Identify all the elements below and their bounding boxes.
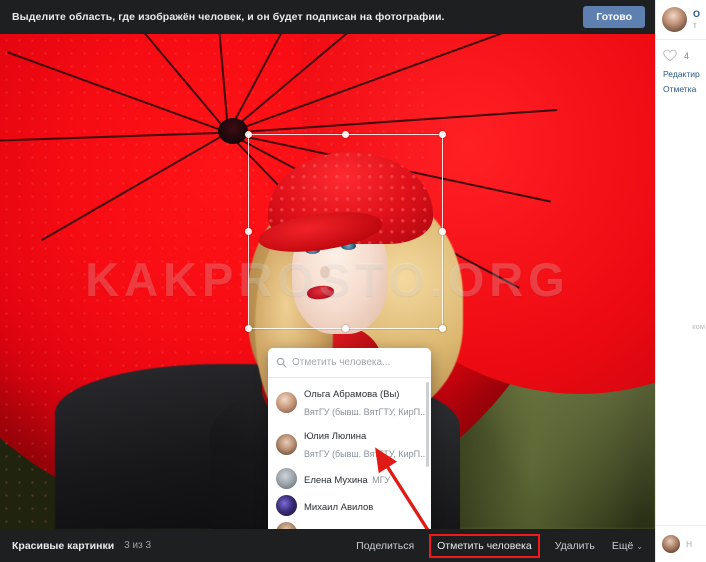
more-button[interactable]: Ещё⌄ <box>612 540 643 552</box>
delete-button[interactable]: Удалить <box>555 540 595 552</box>
search-icon <box>276 357 287 368</box>
photo-bottom-bar: Красивые картинки 3 из 3 Поделиться Отме… <box>0 529 655 562</box>
like-count: 4 <box>684 51 689 61</box>
avatar <box>662 535 680 553</box>
selection-handle-w[interactable] <box>245 228 252 235</box>
tag-suggestion-list[interactable]: Ольга Абрамова (Вы) ВятГУ (бывш. ВятГТУ,… <box>268 378 431 529</box>
selection-handle-e[interactable] <box>439 228 446 235</box>
avatar <box>276 495 297 516</box>
avatar <box>276 522 297 529</box>
person-name: Юлия Люлина <box>304 431 366 442</box>
list-item[interactable]: Михаил Авилов <box>268 492 431 519</box>
avatar <box>276 392 297 413</box>
umbrella-hub <box>218 118 248 144</box>
selection-handle-n[interactable] <box>342 131 349 138</box>
person-name: Елена Мухина <box>304 475 368 486</box>
person-detail: ВятГУ (бывш. ВятГТУ, КирП... <box>304 449 428 459</box>
like-row[interactable]: 4 <box>663 49 706 62</box>
tag-instruction-text: Выделите область, где изображён человек,… <box>12 11 583 23</box>
tag-instruction-bar: Выделите область, где изображён человек,… <box>0 0 655 34</box>
comment-placeholder[interactable]: Н <box>686 539 692 549</box>
more-label: Ещё <box>612 540 633 552</box>
sidebar-author-row[interactable]: О т <box>656 0 706 40</box>
selection-handle-ne[interactable] <box>439 131 446 138</box>
sidebar-actions: 4 Редактир Отметка <box>656 40 706 105</box>
list-item[interactable]: Юлия Люлина ВятГУ (бывш. ВятГТУ, КирП... <box>268 423 431 465</box>
face-selection-box[interactable] <box>248 134 443 329</box>
tag-person-popup: Ольга Абрамова (Вы) ВятГУ (бывш. ВятГТУ,… <box>268 348 431 529</box>
comment-compose-row[interactable]: Н <box>656 525 706 553</box>
author-name[interactable]: О <box>693 9 700 19</box>
photo-info-sidebar: О т 4 Редактир Отметка ком Н <box>655 0 706 562</box>
comments-note: ком <box>656 322 706 331</box>
person-detail: МГУ <box>372 475 390 485</box>
done-button[interactable]: Готово <box>583 6 645 28</box>
avatar[interactable] <box>662 7 687 32</box>
heart-icon[interactable] <box>663 49 677 62</box>
post-time: т <box>693 21 697 30</box>
selection-handle-se[interactable] <box>439 325 446 332</box>
person-detail: ВятГУ (бывш. ВятГТУ, КирП... <box>304 407 428 417</box>
album-title[interactable]: Красивые картинки <box>12 540 114 552</box>
person-name: Михаил Авилов <box>304 502 373 513</box>
album-photo-count: 3 из 3 <box>124 540 151 551</box>
selection-handle-sw[interactable] <box>245 325 252 332</box>
tag-person-button[interactable]: Отметить человека <box>431 536 538 556</box>
share-button[interactable]: Поделиться <box>356 540 414 552</box>
list-item[interactable]: Вадим Иштуганов <box>268 519 431 529</box>
person-name: Ольга Абрамова (Вы) <box>304 389 399 400</box>
avatar <box>276 434 297 455</box>
photo-canvas[interactable]: KAKPROSTO.ORG <box>0 34 655 529</box>
chevron-down-icon: ⌄ <box>636 542 643 551</box>
scrollbar-thumb[interactable] <box>426 382 429 467</box>
edit-link[interactable]: Редактир <box>663 69 706 79</box>
photo-viewer: Выделите область, где изображён человек,… <box>0 0 655 562</box>
tag-search-input[interactable] <box>292 357 423 368</box>
photo-viewer-page: Выделите область, где изображён человек,… <box>0 0 706 562</box>
avatar <box>276 468 297 489</box>
tag-on-photo-link[interactable]: Отметка <box>663 84 706 94</box>
list-item[interactable]: Ольга Абрамова (Вы) ВятГУ (бывш. ВятГТУ,… <box>268 381 431 423</box>
selection-handle-nw[interactable] <box>245 131 252 138</box>
list-item[interactable]: Елена Мухина МГУ <box>268 465 431 492</box>
tag-search-row[interactable] <box>268 348 431 378</box>
selection-handle-s[interactable] <box>342 325 349 332</box>
